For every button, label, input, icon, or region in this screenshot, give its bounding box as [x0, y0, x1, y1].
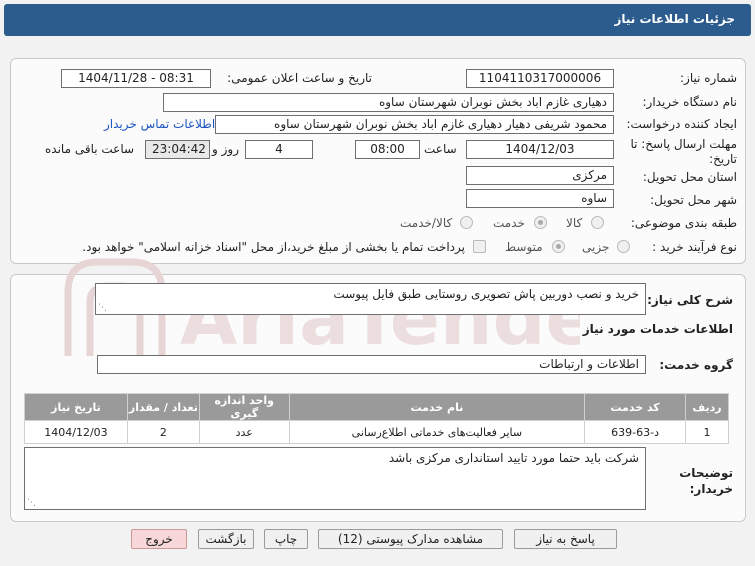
- summary-text: خرید و نصب دوربین پاش تصویری روستایی طبق…: [333, 287, 639, 301]
- deadline-time-label: ساعت: [424, 142, 457, 156]
- category-option-goods: کالا: [566, 216, 583, 230]
- table-header-row: تاریخ نیاز تعداد / مقدار واحد اندازه گیر…: [24, 393, 729, 421]
- deadline-label: مهلت ارسال پاسخ: تا تاریخ:: [630, 137, 737, 166]
- buyer-notes-text: شرکت باید حتما مورد تایید استانداری مرکز…: [388, 451, 639, 465]
- buyer-org-field: دهیاری غازم اباد بخش نوبران شهرستان ساوه: [163, 93, 614, 112]
- category-option-service: خدمت: [493, 216, 525, 230]
- category-radio-both[interactable]: [460, 216, 473, 229]
- col-service-code: کد خدمت: [584, 393, 686, 421]
- purchase-option-minor: جزیی: [582, 240, 610, 254]
- cell-unit: عدد: [198, 420, 290, 444]
- exit-button[interactable]: خروج: [131, 529, 187, 549]
- cell-quantity: 2: [126, 420, 200, 444]
- purchase-radio-medium[interactable]: [552, 240, 565, 253]
- buyer-notes-field: شرکت باید حتما مورد تایید استانداری مرکز…: [24, 447, 646, 510]
- col-need-date: تاریخ نیاز: [24, 393, 128, 421]
- cell-need-date: 1404/12/03: [24, 420, 128, 444]
- creator-field: محمود شریفی دهیار دهیاری غازم اباد بخش ن…: [215, 115, 614, 134]
- cell-service-name: سایر فعالیت‌های خدماتی اطلاع‌رسانی: [288, 420, 586, 444]
- buyer-notes-label: توضیحات خریدار:: [679, 466, 733, 496]
- announce-date-field: 1404/11/28 - 08:31: [61, 69, 211, 88]
- col-quantity: تعداد / مقدار: [126, 393, 200, 421]
- buyer-contact-link[interactable]: اطلاعات تماس خریدار: [104, 117, 215, 131]
- category-radio-goods[interactable]: [591, 216, 604, 229]
- purchase-type-label: نوع فرآیند خرید :: [652, 240, 737, 254]
- remaining-days-field: 4: [245, 140, 313, 159]
- services-table: تاریخ نیاز تعداد / مقدار واحد اندازه گیر…: [24, 393, 729, 444]
- city-field: ساوه: [466, 189, 614, 208]
- resize-grip-icon[interactable]: ⋰: [27, 499, 36, 508]
- cell-service-code: د-63-639: [584, 420, 686, 444]
- resize-grip-icon[interactable]: ⋰: [98, 304, 107, 313]
- col-unit: واحد اندازه گیری: [198, 393, 290, 421]
- category-label: طبقه بندی موضوعی:: [630, 216, 737, 230]
- services-section-title: اطلاعات خدمات مورد نیاز: [582, 322, 733, 336]
- col-service-name: نام خدمت: [288, 393, 586, 421]
- back-button[interactable]: بازگشت: [198, 529, 254, 549]
- col-row-number: ردیف: [685, 393, 729, 421]
- summary-field: خرید و نصب دوربین پاش تصویری روستایی طبق…: [95, 283, 646, 315]
- page-title: جزئیات اطلاعات نیاز: [614, 12, 735, 26]
- remaining-time-label: ساعت باقی مانده: [45, 142, 135, 156]
- respond-button[interactable]: پاسخ به نیاز: [514, 529, 617, 549]
- buyer-org-label: نام دستگاه خریدار:: [642, 95, 738, 109]
- treasury-checkbox[interactable]: [473, 240, 486, 253]
- province-label: استان محل تحویل:: [642, 170, 737, 184]
- print-button[interactable]: چاپ: [264, 529, 308, 549]
- treasury-payment-note: پرداخت تمام یا بخشی از مبلغ خرید،از محل …: [82, 240, 465, 254]
- deadline-date-field: 1404/12/03: [466, 140, 614, 159]
- service-group-label: گروه خدمت:: [659, 358, 733, 372]
- creator-label: ایجاد کننده درخواست:: [626, 117, 737, 131]
- cell-row-number: 1: [685, 420, 729, 444]
- table-row: 1404/12/03 2 عدد سایر فعالیت‌های خدماتی …: [24, 420, 729, 444]
- deadline-time-field: 08:00: [355, 140, 420, 159]
- need-number-label: شماره نیاز:: [680, 71, 737, 85]
- category-option-both: کالا/خدمت: [400, 216, 453, 230]
- remaining-time-field: 23:04:42: [145, 140, 210, 159]
- purchase-option-medium: متوسط: [505, 240, 543, 254]
- days-label: روز و: [212, 142, 239, 156]
- purchase-radio-minor[interactable]: [617, 240, 630, 253]
- view-attachments-button[interactable]: مشاهده مدارک پیوستی (12): [318, 529, 503, 549]
- announce-date-label: تاریخ و ساعت اعلان عمومی:: [227, 71, 372, 85]
- service-group-field: اطلاعات و ارتباطات: [97, 355, 646, 374]
- need-number-field: 1104110317000006: [466, 69, 614, 88]
- province-field: مرکزی: [466, 166, 614, 185]
- category-radio-service[interactable]: [534, 216, 547, 229]
- summary-label: شرح کلی نیاز:: [647, 293, 733, 307]
- city-label: شهر محل تحویل:: [650, 193, 737, 207]
- title-bar: جزئیات اطلاعات نیاز: [4, 4, 751, 36]
